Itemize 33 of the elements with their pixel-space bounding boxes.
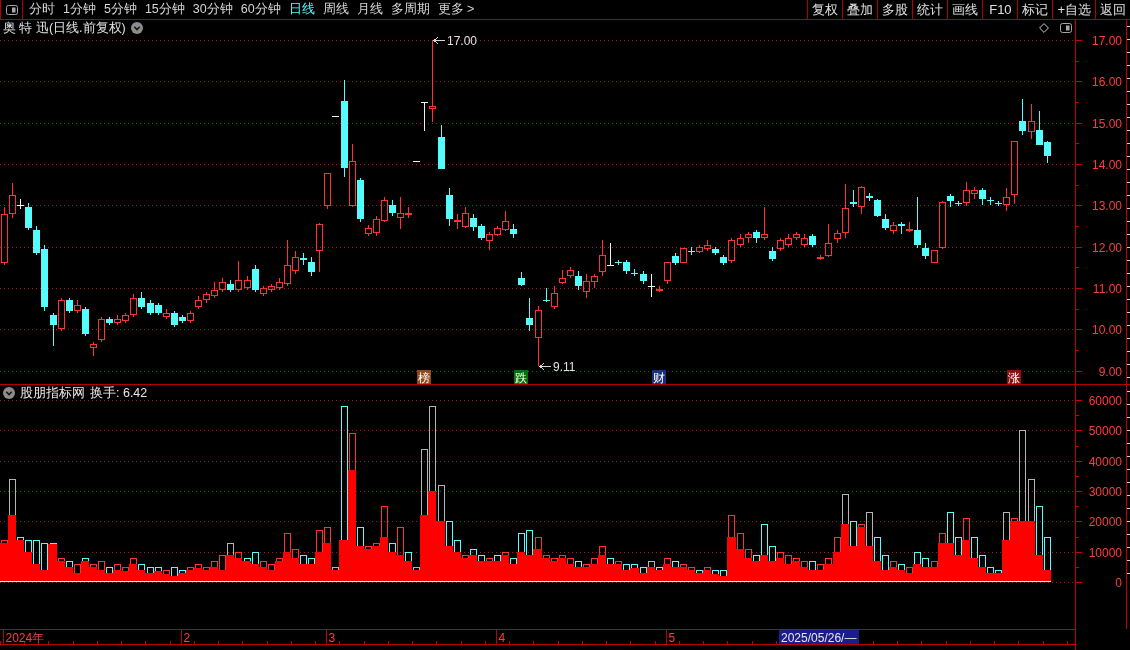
low-price-callout: 9.11 — [539, 359, 576, 374]
time-label: 2 — [183, 630, 191, 645]
axis-label: 17.00 — [1091, 33, 1122, 48]
axis-label: 15.00 — [1091, 116, 1122, 131]
event-tag: 跌 — [514, 370, 528, 384]
axis-label: 20000 — [1088, 514, 1122, 529]
axis-label: 10.00 — [1091, 322, 1122, 337]
cursor-date-label: 2025/05/26/— — [779, 630, 859, 645]
axis-label: 40000 — [1088, 454, 1122, 469]
axis-label: 14.00 — [1091, 157, 1122, 172]
event-tag: 财 — [652, 370, 666, 384]
high-price-callout: 17.00 — [433, 33, 478, 48]
annotation: 17.00 — [447, 33, 478, 48]
axis-label: 12.00 — [1091, 240, 1122, 255]
axis-label: 16.00 — [1091, 74, 1122, 89]
axis-label: 50000 — [1088, 423, 1122, 438]
event-tag: 涨 — [1007, 370, 1021, 384]
axis-label: 9.00 — [1098, 364, 1122, 379]
time-label: 4 — [498, 630, 506, 645]
time-label: 2024年 — [5, 630, 45, 645]
axis-label: 0 — [1115, 575, 1122, 590]
axis-label: 11.00 — [1092, 281, 1122, 296]
annotation: 9.11 — [553, 359, 576, 374]
stock-title: 奥 特 迅(日线.前复权) — [3, 19, 126, 37]
axis-label: 60000 — [1088, 393, 1122, 408]
axis-label: 13.00 — [1091, 198, 1122, 213]
indicator-reading: 换手: 6.42 — [90, 384, 148, 402]
axis-label: 30000 — [1088, 484, 1122, 499]
indicator-name: 股朋指标网 — [20, 384, 85, 402]
time-label: 3 — [328, 630, 336, 645]
event-tag: 榜 — [417, 370, 431, 384]
axis-label: 10000 — [1088, 545, 1122, 560]
time-label: 5 — [668, 630, 676, 645]
